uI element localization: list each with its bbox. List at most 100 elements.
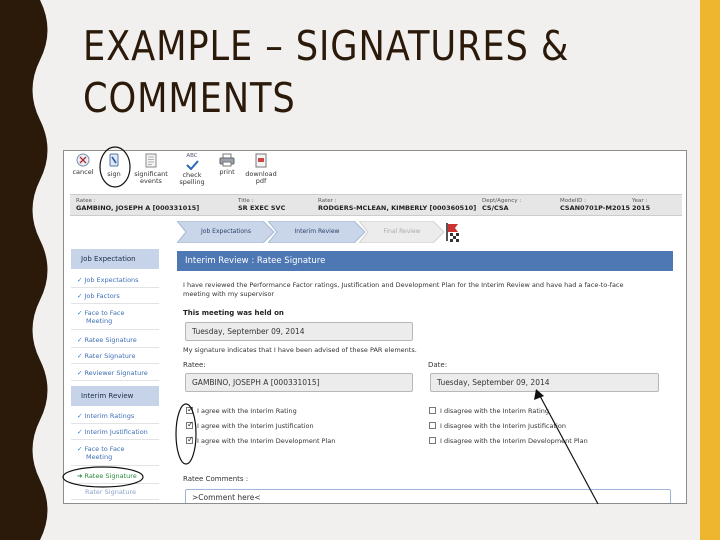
nav-label: Job Factors [84,292,120,300]
nav-item-reviewer-signature[interactable]: ✓ Reviewer Signature [71,366,159,381]
nav-item-job-expectations[interactable]: ✓ Job Expectations [71,273,159,288]
advised-text: My signature indicates that I have been … [183,346,417,354]
title-info-value: SR EXEC SVC [238,204,286,212]
nav-label: Rater Signature [84,352,136,360]
slide-title-line-1: EXAMPLE – SIGNATURES & [83,22,570,70]
disagree-rating-checkbox[interactable]: I disagree with the Interim Rating [429,407,549,416]
checkbox-checked[interactable] [186,405,194,414]
breadcrumb-step-final-review[interactable]: Final Review [359,221,445,243]
printer-icon [219,153,235,167]
pen-icon [109,153,119,167]
checkmark-icon [186,160,199,170]
check-spelling-button[interactable]: ABC check spelling [174,153,210,186]
significant-label-2: events [140,177,162,185]
nav-label: Ratee Signature [84,472,137,480]
checkbox-unchecked[interactable] [429,407,436,414]
nav-item-interim-rater-signature[interactable]: Rater Signature [71,485,159,500]
sign-button[interactable]: sign [102,153,126,178]
nav-label: Rater Signature [85,488,137,496]
agree-justification-label: I agree with the Interim Justification [197,422,314,430]
significant-events-button[interactable]: significant events [132,153,170,185]
meeting-date-field[interactable]: Tuesday, September 09, 2014 [185,322,413,341]
breadcrumb-label-1: Job Expectations [201,228,251,235]
nav-label: Interim Justification [84,428,148,436]
accent-bar [700,0,720,540]
nav-label: Job Expectations [84,276,139,284]
disagree-justification-label: I disagree with the Interim Justificatio… [440,422,566,430]
nav-label: Interim Ratings [84,412,135,420]
sign-label: sign [107,170,121,178]
ratee-info-value: GAMBINO, JOSEPH A [000331015] [76,204,200,212]
nav-item-ratee-signature[interactable]: ✓ Ratee Signature [71,333,159,348]
breadcrumb-label-3: Final Review [383,228,421,235]
dept-info: Dept/Agency : CS/CSA [482,198,521,212]
slide-title-line-2: COMMENTS [83,74,296,122]
nav-item-job-factors[interactable]: ✓ Job Factors [71,289,159,304]
abc-text: ABC [186,153,198,159]
disagree-rating-label: I disagree with the Interim Rating [440,407,550,415]
dept-info-value: CS/CSA [482,204,509,212]
disagree-justification-checkbox[interactable]: I disagree with the Interim Justificatio… [429,422,566,431]
year-info-value: 2015 [632,204,651,212]
checkbox-unchecked[interactable] [429,422,436,429]
disagree-development-plan-checkbox[interactable]: I disagree with the Interim Development … [429,437,588,446]
meeting-label: This meeting was held on [183,309,284,317]
nav-item-face-to-face-meeting[interactable]: ✓ Face to Face Meeting [71,306,159,330]
nav-label: Meeting [86,453,113,461]
nav-label: Face to Face [84,309,125,317]
intro-text-1: I have reviewed the Performance Factor r… [183,281,624,289]
slide-title: EXAMPLE – SIGNATURES & COMMENTS [83,20,599,124]
signature-date-field[interactable]: Tuesday, September 09, 2014 [430,373,659,392]
model-info: ModelID : CSAN0701P-M2015 [560,198,630,212]
agree-rating-checkbox[interactable]: I agree with the Interim Rating [186,405,297,416]
app-screenshot: cancel sign significant events ABC check… [63,150,687,504]
checkbox-checked[interactable] [186,435,194,444]
nav-section-job-expectation[interactable]: Job Expectation [71,249,159,269]
date-label: Date: [428,361,448,369]
comments-label: Ratee Comments : [183,475,249,483]
agree-development-plan-checkbox[interactable]: I agree with the Interim Development Pla… [186,435,336,446]
ratee-signature-panel: Interim Review : Ratee Signature I have … [177,251,673,503]
agree-justification-checkbox[interactable]: I agree with the Interim Justification [186,420,314,431]
document-icon [145,153,157,168]
ratee-comments-textarea[interactable]: >Comment here< [185,489,671,503]
agree-development-plan-label: I agree with the Interim Development Pla… [197,437,336,445]
breadcrumb-step-job-expectations[interactable]: Job Expectations [177,221,275,243]
ratee-name-field[interactable]: GAMBINO, JOSEPH A [000331015] [185,373,413,392]
ratee-label: Ratee: [183,361,206,369]
breadcrumb-label-2: Interim Review [294,228,340,235]
check-label-2: spelling [179,178,205,186]
cancel-button[interactable]: cancel [70,153,96,176]
left-wave-decoration [0,0,48,540]
ratee-info: Ratee : GAMBINO, JOSEPH A [000331015] [76,198,199,212]
employee-info-bar: Ratee : GAMBINO, JOSEPH A [000331015] Ti… [70,194,682,216]
nav-section-interim-review[interactable]: Interim Review [71,386,159,406]
checkbox-unchecked[interactable] [429,437,436,444]
print-label: print [219,168,235,176]
cancel-label: cancel [72,168,94,176]
title-info: Title : SR EXEC SVC [238,198,285,212]
rater-info-value: RODGERS-MCLEAN, KIMBERLY [000360510] [318,204,477,212]
finish-flag-icon [446,223,459,242]
download-pdf-button[interactable]: download pdf [242,153,280,185]
model-info-value: CSAN0701P-M2015 [560,204,631,212]
checkbox-checked[interactable] [186,420,194,429]
nav-label: Ratee Signature [84,336,137,344]
agree-rating-label: I agree with the Interim Rating [197,407,297,415]
nav-item-interim-ratee-signature[interactable]: ➜ Ratee Signature [71,469,159,484]
nav-item-interim-ratings[interactable]: ✓ Interim Ratings [71,409,159,424]
disagree-development-plan-label: I disagree with the Interim Development … [440,437,588,445]
nav-label: Face to Face [84,445,125,453]
nav-item-interim-justification[interactable]: ✓ Interim Justification [71,425,159,440]
download-label-2: pdf [255,177,267,185]
breadcrumb-step-interim-review[interactable]: Interim Review [268,221,366,243]
nav-item-rater-signature[interactable]: ✓ Rater Signature [71,349,159,364]
pdf-icon [255,153,267,168]
intro-text-2: meeting with my supervisor [183,290,275,298]
print-button[interactable]: print [214,153,240,176]
panel-title: Interim Review : Ratee Signature [177,251,673,271]
nav-item-interim-face-to-face-meeting[interactable]: ✓ Face to Face Meeting [71,442,159,466]
nav-label: Reviewer Signature [84,369,148,377]
nav-label: Meeting [86,317,113,325]
side-navigation: Job Expectation ✓ Job Expectations ✓ Job F… [71,249,159,503]
